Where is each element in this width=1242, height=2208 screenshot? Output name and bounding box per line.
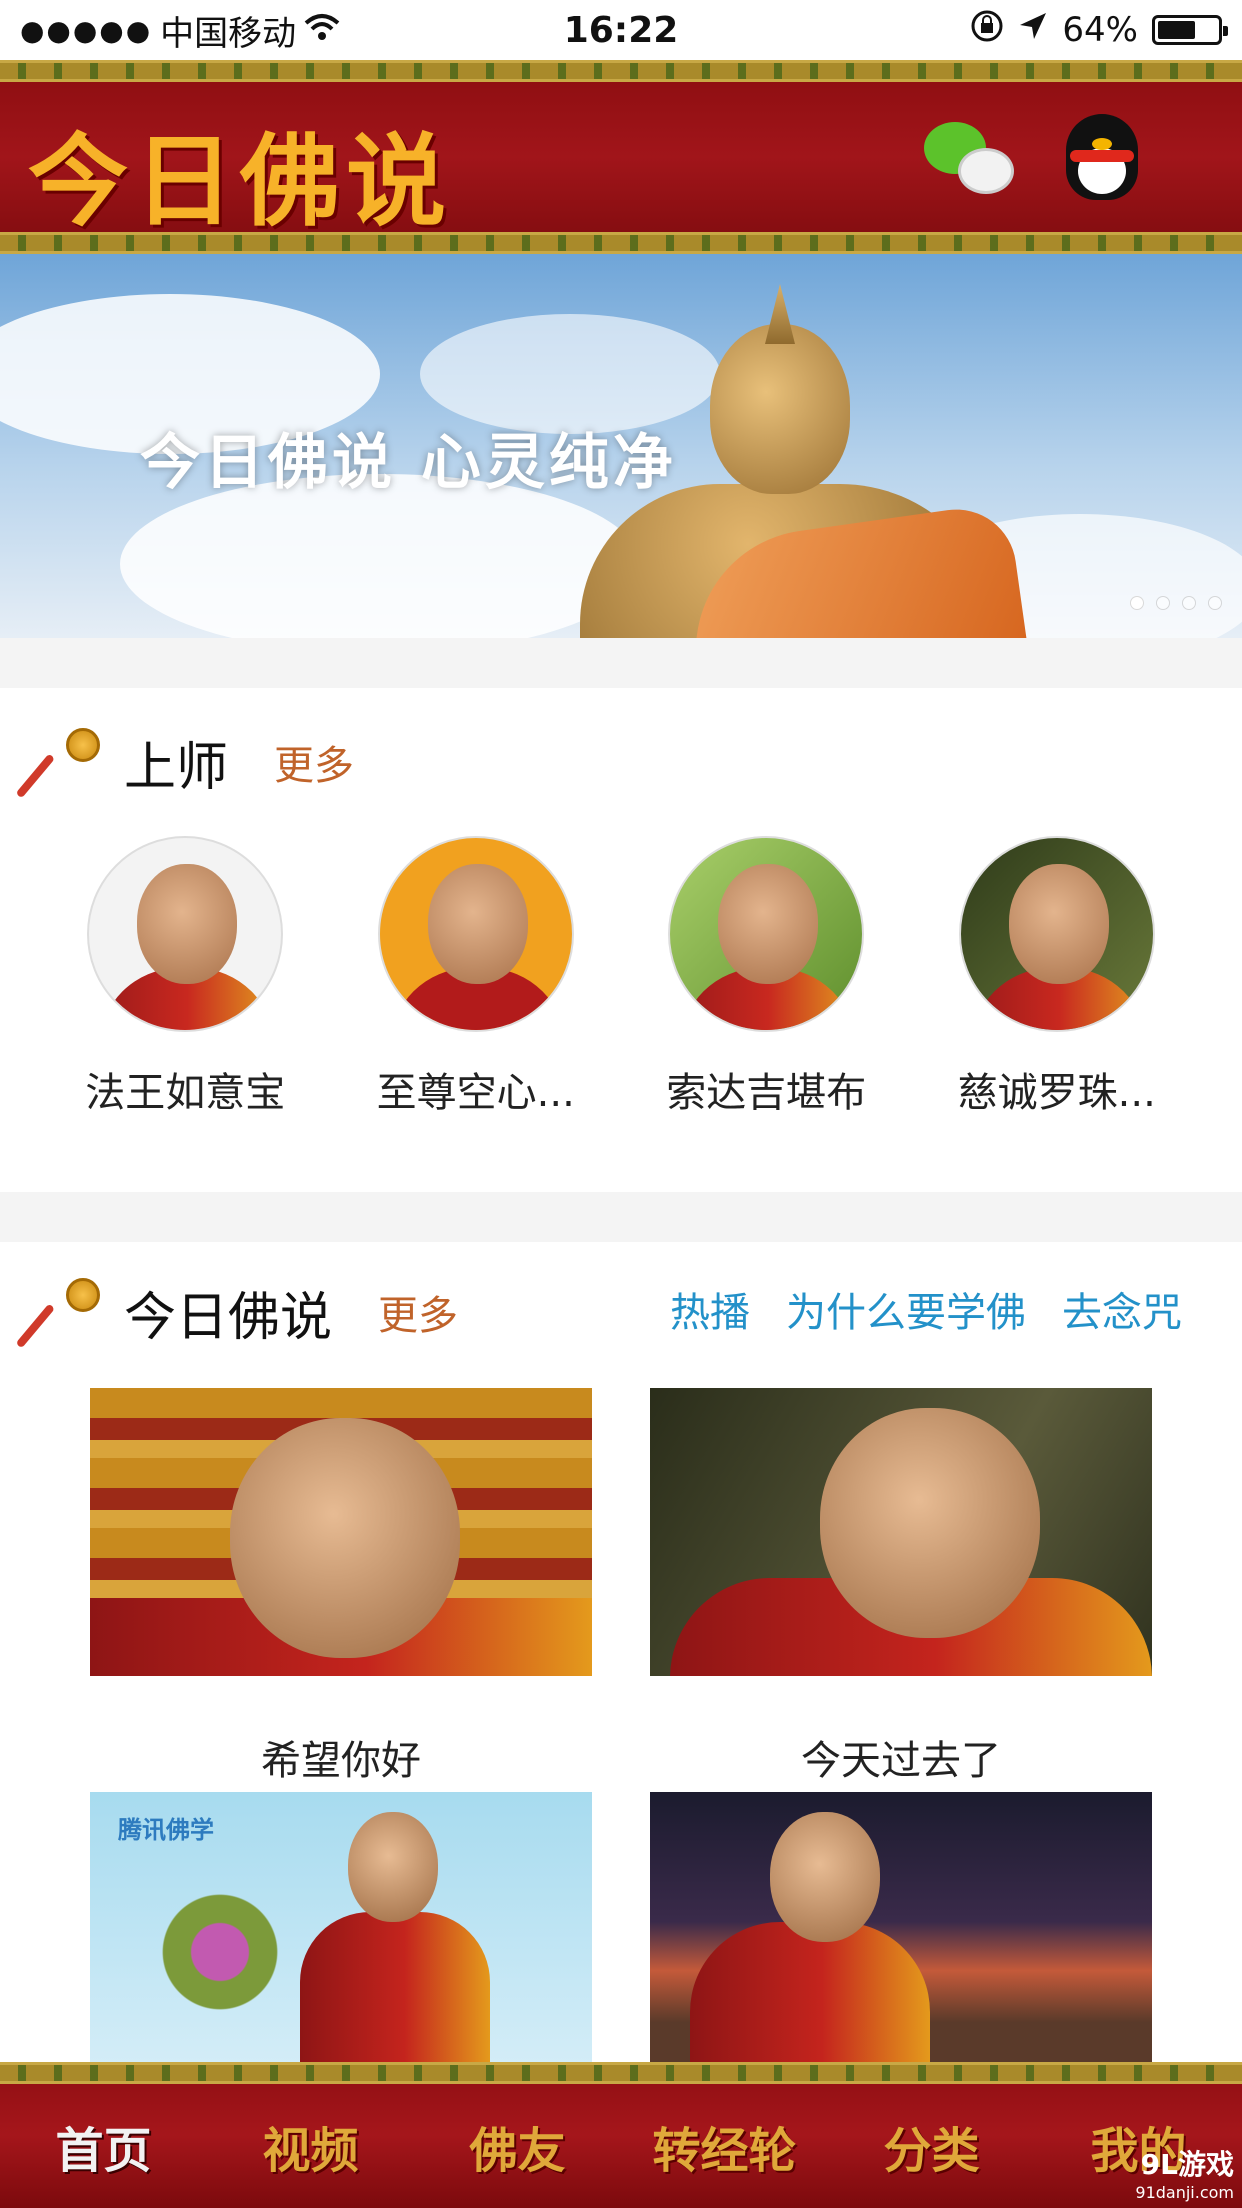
avatar xyxy=(958,836,1155,1032)
video-title: 今天过去了 xyxy=(801,1738,1001,1784)
master-item[interactable]: 慈诚罗珠... xyxy=(927,836,1187,1118)
tab-home[interactable]: 首页 xyxy=(14,2111,194,2181)
rotation-lock-icon xyxy=(970,9,1004,52)
masters-section-header: 上师 更多 xyxy=(15,722,354,802)
banner-caption: 今日佛说 心灵纯净 xyxy=(140,428,677,498)
signal-strength-icon: ●●●●● xyxy=(20,13,153,47)
watermark-sub: 91danji.com xyxy=(1135,2183,1234,2202)
masters-more-link[interactable]: 更多 xyxy=(274,733,354,791)
section-title: 今日佛说 xyxy=(124,1287,333,1348)
battery-percent: 64% xyxy=(1062,10,1138,50)
watermark-main: 9L游戏 xyxy=(1140,2148,1234,2181)
master-name: 慈诚罗珠... xyxy=(957,1070,1156,1116)
today-tags: 热播 为什么要学佛 去念咒 xyxy=(670,1280,1182,1338)
header-border-top xyxy=(0,60,1242,82)
tag-link[interactable]: 为什么要学佛 xyxy=(786,1280,1026,1338)
video-thumbnail xyxy=(650,1792,1152,2080)
thumbnail-channel-logo: 腾讯佛学 xyxy=(118,1816,214,1844)
video-card[interactable]: 今天过去了 xyxy=(650,1388,1152,1792)
video-thumbnail xyxy=(650,1388,1152,1676)
tag-link[interactable]: 热播 xyxy=(670,1280,750,1338)
app-header: 今日佛说 xyxy=(0,60,1242,254)
carousel-dot[interactable] xyxy=(1130,596,1144,610)
status-bar: ●●●●● 中国移动 16:22 64% xyxy=(0,0,1242,60)
avatar xyxy=(377,836,574,1032)
master-name: 法王如意宝 xyxy=(85,1070,286,1116)
tab-category[interactable]: 分类 xyxy=(842,2111,1022,2181)
bottom-tab-bar: 首页 视频 佛友 转经轮 分类 我的 9L游戏 91danji.com xyxy=(0,2062,1242,2208)
section-divider xyxy=(0,638,1242,688)
section-divider xyxy=(0,1192,1242,1242)
avatar xyxy=(87,836,284,1032)
qq-icon[interactable] xyxy=(1056,110,1148,202)
video-thumbnail xyxy=(90,1388,592,1676)
carousel-dot[interactable] xyxy=(1156,596,1170,610)
masters-list: 法王如意宝 至尊空心... 索达吉堪布 慈诚罗珠... xyxy=(0,836,1242,1118)
today-section-header: 今日佛说 更多 xyxy=(15,1272,458,1352)
prayer-drum-icon xyxy=(15,1272,110,1352)
master-item[interactable]: 法王如意宝 xyxy=(55,836,315,1118)
battery-icon xyxy=(1152,15,1228,45)
section-title: 上师 xyxy=(124,737,229,798)
tab-prayer-wheel[interactable]: 转经轮 xyxy=(635,2111,815,2181)
app-logo: 今日佛说 xyxy=(28,122,452,240)
banner-carousel[interactable]: 今日佛说 心灵纯净 xyxy=(0,254,1242,638)
tab-friends[interactable]: 佛友 xyxy=(428,2111,608,2181)
carrier-label: 中国移动 xyxy=(160,13,297,54)
tag-link[interactable]: 去念咒 xyxy=(1062,1280,1182,1338)
tab-video[interactable]: 视频 xyxy=(221,2111,401,2181)
site-watermark: 9L游戏 91danji.com xyxy=(1135,2143,1234,2202)
carousel-dot[interactable] xyxy=(1208,596,1222,610)
carousel-dot[interactable] xyxy=(1182,596,1196,610)
video-card[interactable]: 希望你好 xyxy=(90,1388,592,1792)
video-title: 希望你好 xyxy=(261,1738,421,1784)
master-name: 至尊空心... xyxy=(376,1070,575,1116)
video-thumbnail: 腾讯佛学 xyxy=(90,1792,592,2080)
today-more-link[interactable]: 更多 xyxy=(378,1283,458,1341)
location-arrow-icon xyxy=(1018,10,1048,50)
status-time: 16:22 xyxy=(563,9,679,51)
master-name: 索达吉堪布 xyxy=(666,1070,867,1116)
master-item[interactable]: 至尊空心... xyxy=(346,836,606,1118)
master-item[interactable]: 索达吉堪布 xyxy=(636,836,896,1118)
tabbar-border-top xyxy=(0,2062,1242,2084)
prayer-drum-icon xyxy=(15,722,110,802)
avatar xyxy=(668,836,865,1032)
wifi-icon xyxy=(304,10,340,50)
header-border-bottom xyxy=(0,232,1242,254)
carousel-indicator xyxy=(1130,596,1222,610)
wechat-icon[interactable] xyxy=(920,110,1014,202)
